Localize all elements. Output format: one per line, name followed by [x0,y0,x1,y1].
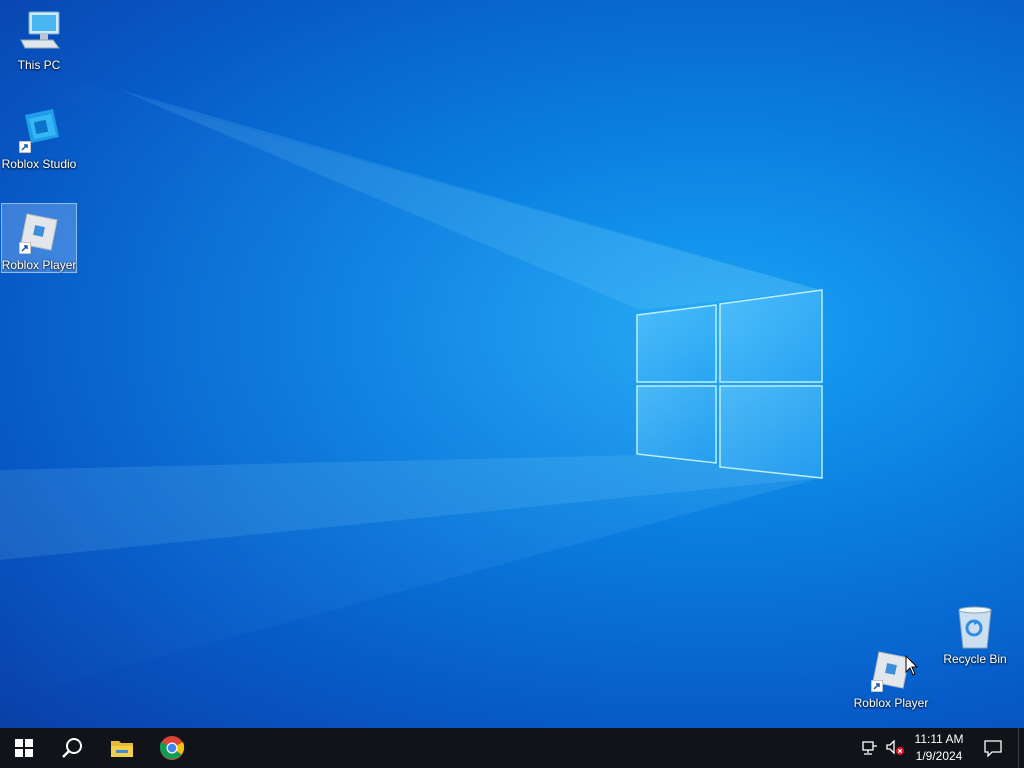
action-center-button[interactable] [976,728,1010,768]
shortcut-arrow-icon [19,141,31,153]
wallpaper [0,60,823,700]
desktop-icon-label: Roblox Player [1,258,77,272]
volume-muted-icon [886,740,904,755]
desktop-icon-label: Roblox Player [853,696,929,710]
roblox-player-icon [15,208,63,256]
windows-logo-wallpaper [636,289,823,479]
search-icon [62,738,82,758]
recycle-bin-icon [951,602,999,650]
start-button[interactable] [0,728,48,768]
network-icon [862,741,877,755]
desktop-icon-this-pc[interactable]: This PC [1,4,77,72]
chrome-icon [159,736,185,760]
windows-start-icon [15,739,33,757]
shortcut-arrow-icon [871,680,883,692]
desktop-icon-roblox-studio[interactable]: Roblox Studio [1,103,77,171]
mouse-cursor-icon [905,655,919,676]
desktop-icon-roblox-player[interactable]: Roblox Player [1,203,77,273]
clock[interactable]: 11:11 AM 1/9/2024 [908,730,970,766]
this-pc-icon [15,8,63,56]
notification-icon [984,740,1002,757]
desktop-icon-label: This PC [17,58,61,72]
file-explorer-button[interactable] [98,728,146,768]
taskbar: 11:11 AM 1/9/2024 [0,728,1024,768]
clock-date: 1/9/2024 [915,749,963,763]
chrome-button[interactable] [148,728,196,768]
search-button[interactable] [48,728,96,768]
desktop[interactable]: This PC Roblox Studio Roblox Player Recy… [0,0,1024,728]
shortcut-arrow-icon [19,242,31,254]
desktop-icon-label: Roblox Studio [1,157,77,171]
roblox-studio-icon [15,107,63,155]
desktop-icon-recycle-bin[interactable]: Recycle Bin [937,598,1013,666]
clock-time: 11:11 AM [914,732,964,746]
file-explorer-icon [111,741,133,757]
show-desktop-button[interactable] [1018,728,1024,768]
network-tray-button[interactable] [858,728,882,768]
volume-tray-button[interactable] [882,728,908,768]
desktop-icon-label: Recycle Bin [943,652,1007,666]
